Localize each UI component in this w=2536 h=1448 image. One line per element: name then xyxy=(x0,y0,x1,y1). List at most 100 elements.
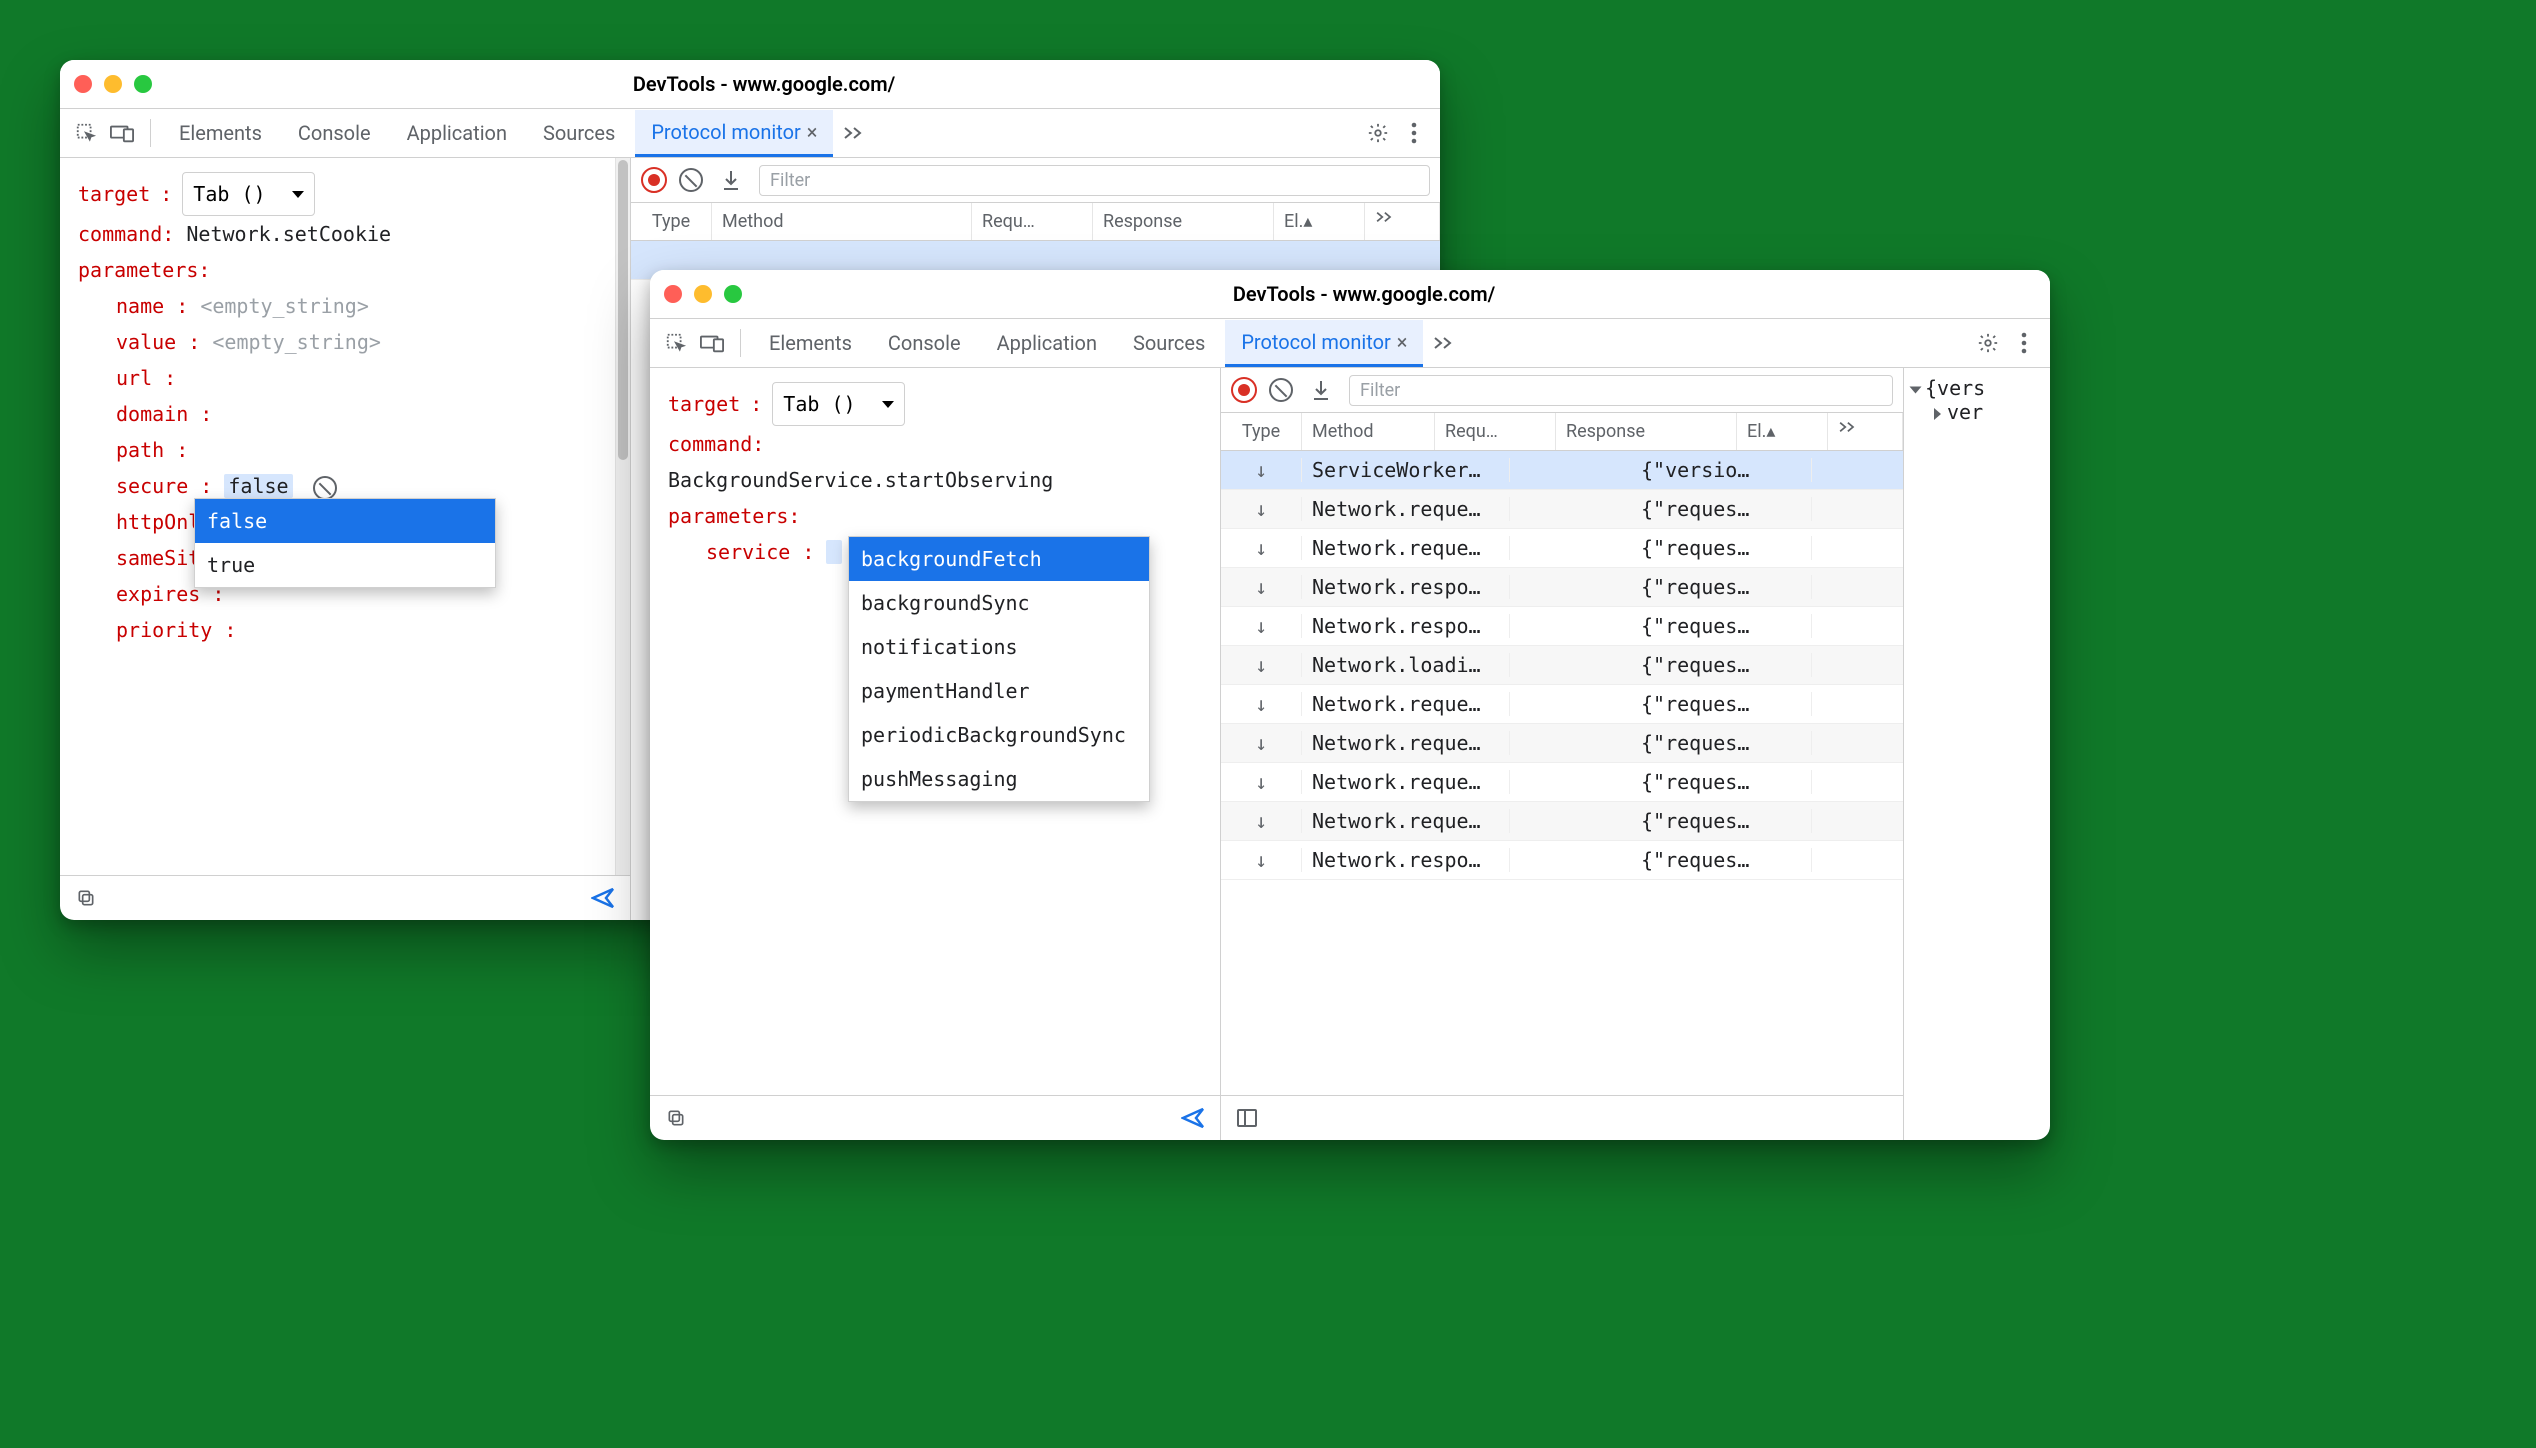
col-method[interactable]: Method xyxy=(1302,413,1435,450)
clear-log-icon[interactable] xyxy=(679,168,703,192)
device-toggle-icon[interactable] xyxy=(696,327,728,359)
autocomplete-item[interactable]: notifications xyxy=(849,625,1149,669)
element-picker-icon[interactable] xyxy=(660,327,692,359)
minimize-window-icon[interactable] xyxy=(104,75,122,93)
clear-value-icon[interactable] xyxy=(313,476,337,500)
send-button[interactable] xyxy=(588,882,620,914)
table-row[interactable]: ↓Network.reque…{"reques… xyxy=(1221,763,1903,802)
col-type[interactable]: Type xyxy=(1221,413,1302,450)
send-button[interactable] xyxy=(1178,1102,1210,1134)
tab-sources[interactable]: Sources xyxy=(1117,321,1221,365)
tab-application[interactable]: Application xyxy=(981,321,1113,365)
close-window-icon[interactable] xyxy=(74,75,92,93)
table-row[interactable]: ↓Network.reque…{"reques… xyxy=(1221,685,1903,724)
expand-icon[interactable] xyxy=(1934,408,1941,420)
autocomplete-item[interactable]: pushMessaging xyxy=(849,757,1149,801)
table-row[interactable]: ↓Network.reque…{"reques… xyxy=(1221,802,1903,841)
tab-console[interactable]: Console xyxy=(872,321,977,365)
table-row[interactable]: ↓Network.reque…{"reques… xyxy=(1221,529,1903,568)
param-value-value[interactable]: <empty_string> xyxy=(212,330,381,354)
more-tabs-icon[interactable] xyxy=(837,117,869,149)
scrollbar-thumb[interactable] xyxy=(618,160,628,460)
tab-console[interactable]: Console xyxy=(282,111,387,155)
message-details-pane[interactable]: {vers ver xyxy=(1903,368,2050,1140)
autocomplete-item[interactable]: periodicBackgroundSync xyxy=(849,713,1149,757)
table-row[interactable]: ↓Network.respo…{"reques… xyxy=(1221,841,1903,880)
minimize-window-icon[interactable] xyxy=(694,285,712,303)
settings-icon[interactable] xyxy=(1972,327,2004,359)
fullscreen-window-icon[interactable] xyxy=(134,75,152,93)
close-tab-icon[interactable]: × xyxy=(1397,330,1408,354)
tab-protocol-monitor[interactable]: Protocol monitor× xyxy=(635,110,833,157)
command-editor[interactable]: target: Tab () command: BackgroundServic… xyxy=(650,368,1220,1095)
window-title: DevTools - www.google.com/ xyxy=(762,282,1966,306)
more-columns-icon[interactable] xyxy=(1828,413,1903,450)
copy-icon[interactable] xyxy=(70,882,102,914)
tab-application[interactable]: Application xyxy=(391,111,523,155)
editor-footer xyxy=(650,1095,1220,1140)
more-columns-icon[interactable] xyxy=(1365,203,1440,240)
settings-icon[interactable] xyxy=(1362,117,1394,149)
target-key: target xyxy=(78,176,150,212)
col-request[interactable]: Requ… xyxy=(1435,413,1556,450)
log-grid-body[interactable]: ↓ServiceWorker…{"versio…↓Network.reque…{… xyxy=(1221,451,1903,1095)
clear-log-icon[interactable] xyxy=(1269,378,1293,402)
devtools-window-2: DevTools - www.google.com/ Elements Cons… xyxy=(650,270,2050,1140)
kebab-menu-icon[interactable] xyxy=(2008,327,2040,359)
tab-sources[interactable]: Sources xyxy=(527,111,631,155)
col-response[interactable]: Response xyxy=(1556,413,1737,450)
kebab-menu-icon[interactable] xyxy=(1398,117,1430,149)
col-elapsed[interactable]: El.▴ xyxy=(1274,203,1365,240)
param-name-value[interactable]: <empty_string> xyxy=(200,294,369,318)
command-editor[interactable]: target: Tab () command: Network.setCooki… xyxy=(60,158,630,875)
more-tabs-icon[interactable] xyxy=(1427,327,1459,359)
autocomplete-item[interactable]: backgroundSync xyxy=(849,581,1149,625)
command-value[interactable]: Network.setCookie xyxy=(186,222,391,246)
param-secure-value[interactable]: false xyxy=(224,474,292,498)
expand-icon[interactable] xyxy=(1910,386,1922,393)
filter-input[interactable]: Filter xyxy=(1349,375,1893,406)
target-select[interactable]: Tab () xyxy=(182,172,314,216)
autocomplete-item[interactable]: false xyxy=(195,499,495,543)
record-button[interactable] xyxy=(1231,377,1257,403)
filter-input[interactable]: Filter xyxy=(759,165,1430,196)
col-elapsed[interactable]: El.▴ xyxy=(1737,413,1828,450)
devtools-tabbar: Elements Console Application Sources Pro… xyxy=(650,319,2050,368)
close-tab-icon[interactable]: × xyxy=(807,120,818,144)
table-row[interactable]: ↓Network.respo…{"reques… xyxy=(1221,568,1903,607)
cell-method: Network.reque… xyxy=(1302,692,1510,716)
scrollbar[interactable] xyxy=(615,158,630,875)
col-type[interactable]: Type xyxy=(631,203,712,240)
table-row[interactable]: ↓Network.loadi…{"reques… xyxy=(1221,646,1903,685)
autocomplete-item[interactable]: paymentHandler xyxy=(849,669,1149,713)
command-value[interactable]: BackgroundService.startObserving xyxy=(668,468,1053,492)
table-row[interactable]: ↓Network.reque…{"reques… xyxy=(1221,724,1903,763)
tab-protocol-monitor[interactable]: Protocol monitor× xyxy=(1225,320,1423,367)
download-icon[interactable] xyxy=(1305,374,1337,406)
download-icon[interactable] xyxy=(715,164,747,196)
col-response[interactable]: Response xyxy=(1093,203,1274,240)
toggle-drawer-icon[interactable] xyxy=(1231,1102,1263,1134)
col-request[interactable]: Requ… xyxy=(972,203,1093,240)
fullscreen-window-icon[interactable] xyxy=(724,285,742,303)
target-select[interactable]: Tab () xyxy=(772,382,904,426)
col-method[interactable]: Method xyxy=(712,203,972,240)
direction-icon: ↓ xyxy=(1221,575,1302,599)
details-child: ver xyxy=(1947,400,1983,424)
autocomplete-item[interactable]: backgroundFetch xyxy=(849,537,1149,581)
devtools-tabbar: Elements Console Application Sources Pro… xyxy=(60,109,1440,158)
record-button[interactable] xyxy=(641,167,667,193)
traffic-lights xyxy=(664,285,742,303)
chevron-down-icon xyxy=(292,191,304,198)
close-window-icon[interactable] xyxy=(664,285,682,303)
autocomplete-item[interactable]: true xyxy=(195,543,495,587)
element-picker-icon[interactable] xyxy=(70,117,102,149)
traffic-lights xyxy=(74,75,152,93)
copy-icon[interactable] xyxy=(660,1102,692,1134)
table-row[interactable]: ↓Network.reque…{"reques… xyxy=(1221,490,1903,529)
table-row[interactable]: ↓Network.respo…{"reques… xyxy=(1221,607,1903,646)
device-toggle-icon[interactable] xyxy=(106,117,138,149)
tab-elements[interactable]: Elements xyxy=(163,111,278,155)
table-row[interactable]: ↓ServiceWorker…{"versio… xyxy=(1221,451,1903,490)
tab-elements[interactable]: Elements xyxy=(753,321,868,365)
